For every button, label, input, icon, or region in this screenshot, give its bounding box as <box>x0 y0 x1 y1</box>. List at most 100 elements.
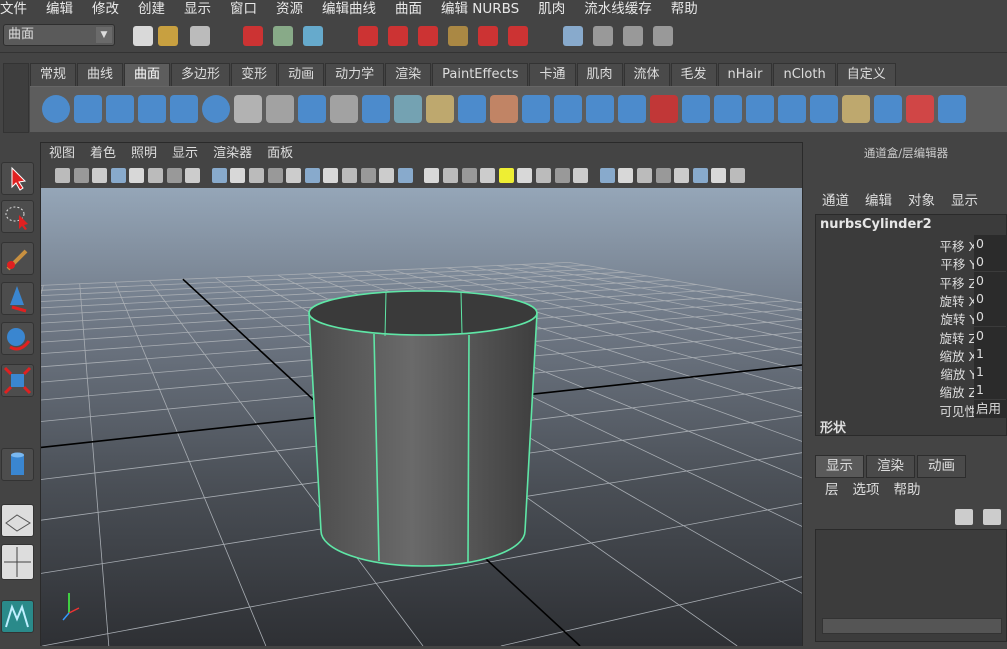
menu-window[interactable]: 窗口 <box>230 0 264 19</box>
four-view-layout[interactable] <box>1 544 34 580</box>
panel-tool-icon[interactable] <box>73 168 89 183</box>
channel-row[interactable]: 缩放 Y1 <box>816 363 1007 382</box>
panel-tool-icon[interactable] <box>286 168 302 183</box>
select-object-icon[interactable] <box>273 26 293 46</box>
sculpt-icon[interactable] <box>906 95 934 123</box>
nurbs-cylinder-icon[interactable] <box>106 95 134 123</box>
cb-menu-show[interactable]: 显示 <box>951 190 978 212</box>
menu-surfaces[interactable]: 曲面 <box>395 0 429 19</box>
menu-edit-curves[interactable]: 编辑曲线 <box>322 0 383 19</box>
extend-icon[interactable] <box>778 95 806 123</box>
new-scene-icon[interactable] <box>133 26 153 46</box>
channel-value[interactable]: 0 <box>974 253 1007 272</box>
align-icon[interactable] <box>682 95 710 123</box>
channel-value[interactable]: 0 <box>974 326 1007 345</box>
panel-tool-icon[interactable] <box>148 168 163 183</box>
panel-menu-panels[interactable]: 面板 <box>267 143 293 165</box>
panel-tool-icon[interactable] <box>55 168 70 183</box>
ipr-render-icon[interactable] <box>623 26 643 46</box>
last-tool-cylinder[interactable] <box>1 448 34 481</box>
panel-tool-icon[interactable] <box>92 168 108 183</box>
channel-value[interactable]: 1 <box>974 363 1007 382</box>
loft-icon[interactable] <box>266 95 294 123</box>
rotate-tool[interactable] <box>1 322 34 355</box>
panel-tool-icon[interactable] <box>655 168 671 183</box>
panel-tool-icon[interactable] <box>230 168 246 183</box>
panel-tool-icon[interactable] <box>443 168 458 183</box>
paint-select-tool[interactable] <box>1 242 34 275</box>
nurbs-cylinder[interactable] <box>308 290 538 567</box>
shelf-tab[interactable]: 动画 <box>278 63 325 86</box>
channel-row[interactable]: 平移 Z0 <box>816 271 1007 291</box>
shelf-tab[interactable]: 曲线 <box>77 63 124 86</box>
select-hierarchy-icon[interactable] <box>243 26 263 46</box>
panel-tool-icon[interactable] <box>397 168 413 183</box>
channel-value[interactable]: 0 <box>974 289 1007 308</box>
panel-tool-icon[interactable] <box>599 168 615 183</box>
tab-render[interactable]: 渲染 <box>866 455 915 478</box>
panel-tool-icon[interactable] <box>129 168 145 183</box>
render-view-icon[interactable] <box>563 26 583 46</box>
panel-menu-lighting[interactable]: 照明 <box>131 143 157 165</box>
shelf-tab[interactable]: 动力学 <box>325 63 385 86</box>
layer-list[interactable] <box>815 529 1007 642</box>
select-tool[interactable] <box>1 162 34 195</box>
panel-tool-icon[interactable] <box>711 168 727 183</box>
scene-canvas[interactable] <box>41 188 802 646</box>
panel-tool-icon[interactable] <box>304 168 320 183</box>
revolve-icon[interactable] <box>234 95 262 123</box>
panel-tool-icon[interactable] <box>211 168 227 183</box>
snap-grid-icon[interactable] <box>358 26 378 46</box>
select-component-icon[interactable] <box>303 26 323 46</box>
panel-tool-icon[interactable] <box>730 168 745 183</box>
bevel-icon[interactable] <box>458 95 486 123</box>
cb-menu-channels[interactable]: 通道 <box>822 190 849 212</box>
menu-edit[interactable]: 编辑 <box>46 0 80 19</box>
panel-tool-icon[interactable] <box>554 168 570 183</box>
nurbs-cube-icon[interactable] <box>74 95 102 123</box>
open-scene-icon[interactable] <box>158 26 178 46</box>
snap-point-icon[interactable] <box>418 26 438 46</box>
stitch-icon[interactable] <box>938 95 966 123</box>
channel-value[interactable]: 1 <box>974 381 1007 400</box>
insert-isoparm-icon[interactable] <box>746 95 774 123</box>
intersect-icon[interactable] <box>522 95 550 123</box>
panel-tool-icon[interactable] <box>692 168 708 183</box>
snap-live-icon[interactable] <box>478 26 498 46</box>
channel-row[interactable]: 可见性 启用 <box>816 399 1007 419</box>
render-current-icon[interactable] <box>593 26 613 46</box>
panel-tool-icon[interactable] <box>517 168 533 183</box>
channel-row[interactable]: 平移 Y0 <box>816 253 1007 272</box>
panel-menu-shading[interactable]: 着色 <box>90 143 116 165</box>
single-perspective-layout[interactable] <box>1 504 34 537</box>
snap-curve-icon[interactable] <box>388 26 408 46</box>
make-live-icon[interactable] <box>508 26 528 46</box>
menu-assets[interactable]: 资源 <box>276 0 310 19</box>
scale-tool[interactable] <box>1 364 34 397</box>
panel-tool-icon[interactable] <box>110 168 126 183</box>
panel-tool-icon[interactable] <box>461 168 477 183</box>
square-icon[interactable] <box>426 95 454 123</box>
panel-tool-icon[interactable] <box>379 168 395 183</box>
panel-tool-icon[interactable] <box>637 168 652 183</box>
panel-tool-icon[interactable] <box>342 168 357 183</box>
channel-value[interactable]: 0 <box>974 308 1007 327</box>
birail-icon[interactable] <box>362 95 390 123</box>
render-settings-icon[interactable] <box>653 26 673 46</box>
planar-icon[interactable] <box>298 95 326 123</box>
move-tool[interactable] <box>1 282 34 315</box>
shelf-tab[interactable]: 自定义 <box>836 63 896 86</box>
shelf-tab[interactable]: 常规 <box>30 63 77 86</box>
perspective-viewport[interactable] <box>41 188 802 646</box>
shelf-tab[interactable]: 肌肉 <box>576 63 623 86</box>
menu-file[interactable]: 文件 <box>0 0 34 19</box>
reverse-icon[interactable] <box>874 95 902 123</box>
panel-tool-icon[interactable] <box>618 168 634 183</box>
nurbs-cone-icon[interactable] <box>138 95 166 123</box>
panel-tool-icon[interactable] <box>674 168 690 183</box>
nurbs-torus-icon[interactable] <box>202 95 230 123</box>
panel-menu-view[interactable]: 视图 <box>49 143 75 165</box>
shelf-tab[interactable]: nCloth <box>773 63 836 86</box>
detach-icon[interactable] <box>650 95 678 123</box>
shelf-tab[interactable]: 流体 <box>623 63 670 86</box>
